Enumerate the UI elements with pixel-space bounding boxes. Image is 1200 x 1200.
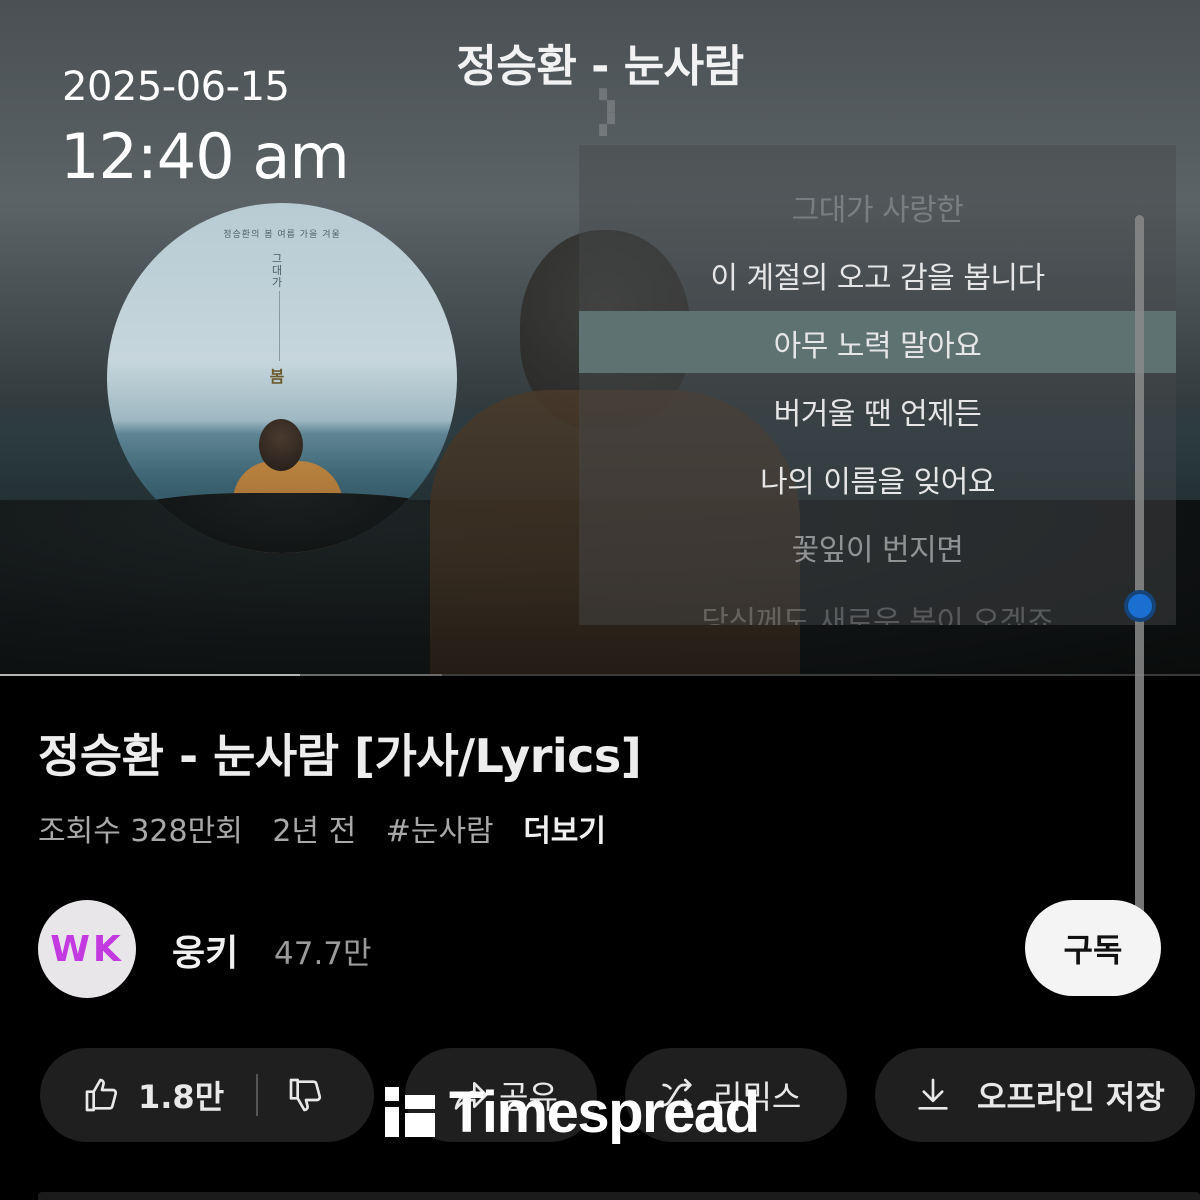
lyric-line: 당신께도 새로운 봄이 오겠죠	[701, 605, 1054, 625]
lyrics-panel: 그대가 사랑한 이 계절의 오고 감을 봅니다 아무 노력 말아요 버거울 땐 …	[579, 145, 1176, 625]
thumbs-down-icon[interactable]	[286, 1075, 326, 1115]
album-line	[279, 291, 280, 361]
album-vertical-text: 그 대 가	[271, 252, 283, 289]
subscribe-button[interactable]: 구독	[1025, 900, 1161, 996]
lyric-line: 그대가 사랑한	[791, 193, 964, 228]
album-character: 봄	[269, 367, 285, 386]
upload-age: 2년 전	[272, 814, 357, 849]
timespread-logo-icon	[385, 1087, 435, 1137]
next-section-edge	[38, 1192, 1200, 1200]
progress-bar[interactable]	[0, 674, 1200, 676]
hashtag-link[interactable]: #눈사람	[386, 814, 494, 849]
lyric-line-active: 아무 노력 말아요	[773, 329, 982, 364]
video-player[interactable]: ▚ ▞ 정승환 - 눈사람 2025-06-15 12:40 am 정승환의 봄 …	[0, 0, 1200, 676]
background-ornament: ▚ ▞	[599, 88, 615, 136]
more-link[interactable]: 더보기	[523, 814, 606, 849]
album-cover: 정승환의 봄 여름 가을 겨울 그 대 가 봄	[107, 203, 457, 553]
offline-save-button[interactable]: 오프라인 저장	[875, 1048, 1195, 1142]
video-meta[interactable]: 조회수 328만회 2년 전 #눈사람 더보기	[38, 806, 626, 850]
thumbs-up-icon[interactable]	[82, 1075, 122, 1115]
download-icon	[918, 1078, 948, 1110]
overlay-date: 2025-06-15	[62, 64, 290, 110]
album-figure-head	[259, 419, 303, 471]
video-title: 정승환 - 눈사람 [가사/Lyrics]	[38, 729, 642, 783]
subscriber-count: 47.7만	[274, 936, 372, 972]
like-dislike-group: 1.8만	[40, 1048, 374, 1142]
like-count[interactable]: 1.8만	[138, 1072, 224, 1118]
lyric-line: 버거울 땐 언제든	[773, 397, 982, 432]
lyric-line: 이 계절의 오고 감을 봅니다	[710, 261, 1045, 296]
offline-save-label: 오프라인 저장	[977, 1078, 1165, 1116]
channel-name[interactable]: 웅키	[172, 924, 238, 976]
overlay-time: 12:40 am	[60, 120, 350, 193]
watermark-text: Timespread	[449, 1079, 760, 1145]
lyric-line: 꽃잎이 번지면	[791, 533, 964, 568]
view-count: 조회수 328만회	[38, 814, 243, 849]
lyric-line: 나의 이름을 잊어요	[760, 465, 995, 500]
album-subtitle: 정승환의 봄 여름 가을 겨울	[223, 230, 341, 240]
avatar[interactable]: WK	[38, 900, 136, 998]
scroll-knob[interactable]	[1124, 590, 1156, 622]
progress-played	[0, 674, 300, 676]
channel-row: WK 웅키 47.7만 구독	[38, 900, 1178, 1000]
like-divider	[256, 1074, 259, 1116]
scrollbar[interactable]	[1135, 215, 1144, 930]
album-rocks	[107, 493, 457, 553]
timespread-watermark: Timespread	[385, 1080, 760, 1145]
